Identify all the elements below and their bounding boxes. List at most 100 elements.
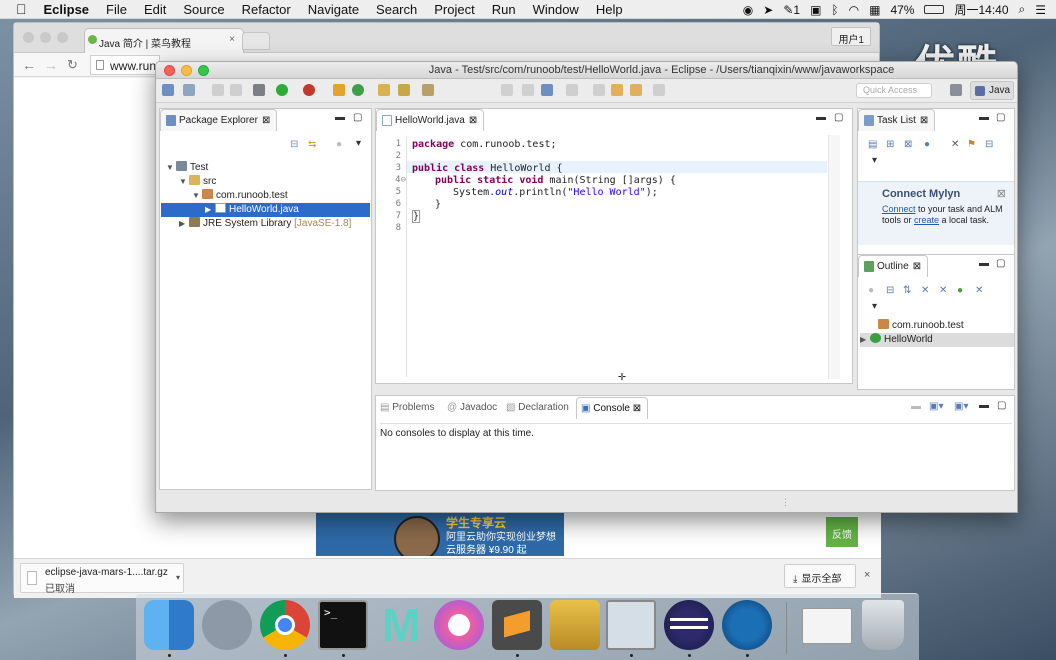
hide-nonpublic-icon[interactable]: ● [957, 285, 963, 296]
profile-button[interactable]: 用户1 [831, 27, 871, 46]
trash-icon[interactable] [862, 600, 904, 650]
tree-item-src[interactable]: ▼ src [179, 175, 216, 189]
categorize-icon[interactable]: ⊞ [886, 139, 894, 150]
debug-icon[interactable] [253, 84, 265, 96]
itunes-icon[interactable] [434, 600, 484, 650]
download-menu-chevron-icon[interactable]: ▾ [176, 573, 180, 582]
save-icon[interactable] [183, 84, 195, 96]
link-with-editor-icon[interactable]: ⇆ [308, 139, 316, 150]
java-perspective-button[interactable]: Java [970, 81, 1014, 100]
ad-banner[interactable]: 学生专享云 阿里云助你实现创业梦想 云服务器 ¥9.90 起 [316, 512, 564, 556]
open-perspective-icon[interactable] [950, 84, 962, 96]
tree-item-project[interactable]: ▼ Test [166, 161, 208, 175]
tab-helloworld-java[interactable]: HelloWorld.java ⊠ [376, 109, 485, 131]
sublime-text-icon[interactable] [492, 600, 542, 650]
download-item[interactable]: eclipse-java-mars-1....tar.gz 已取消 ▾ [20, 563, 184, 595]
connect-link[interactable]: Connect [882, 204, 916, 214]
clear-console-icon[interactable]: ▬ [911, 401, 921, 412]
tab-problems[interactable]: ▤ Problems [380, 402, 434, 413]
tab-package-explorer[interactable]: Package Explorer ⊠ [160, 109, 278, 131]
hide-local-types-icon[interactable]: ✕ [975, 285, 983, 296]
hide-static-icon[interactable]: ✕ [939, 285, 947, 296]
tree-item-package[interactable]: ▼ com.runoob.test [192, 189, 288, 203]
last-edit-icon[interactable] [611, 84, 623, 96]
menu-help[interactable]: Help [596, 2, 623, 17]
open-type-icon[interactable] [378, 84, 390, 96]
tab-console[interactable]: ▣ Console ⊠ [576, 397, 649, 419]
run-icon[interactable] [276, 84, 288, 96]
reload-icon[interactable]: ↻ [67, 57, 78, 73]
maximize-icon[interactable]: ▢ [834, 112, 843, 123]
new-java-package-icon[interactable] [333, 84, 345, 96]
battery-percent[interactable]: 47% [890, 3, 914, 17]
window-thumbnail[interactable] [802, 608, 852, 644]
schedule-icon[interactable]: ⊠ [904, 139, 912, 150]
view-menu-icon[interactable]: ▾ [356, 138, 361, 149]
editor-scrollbar[interactable] [828, 135, 840, 379]
apple-icon[interactable]:  [16, 1, 27, 17]
quick-access-input[interactable]: Quick Access [856, 83, 932, 98]
new-icon[interactable] [162, 84, 174, 96]
menu-navigate[interactable]: Navigate [308, 2, 359, 17]
wifi-icon[interactable]: ◠ [849, 3, 859, 17]
new-java-class-icon[interactable] [352, 84, 364, 96]
menu-file[interactable]: File [106, 2, 127, 17]
download-bar-close-icon[interactable]: × [864, 569, 870, 581]
save-all-icon[interactable] [230, 84, 242, 96]
preview-icon[interactable] [606, 600, 656, 650]
minimize-icon[interactable]: ▬ [816, 112, 826, 123]
maximize-icon[interactable]: ▢ [997, 400, 1006, 411]
view-menu-icon[interactable]: ▾ [872, 155, 877, 166]
new-tab-button[interactable] [242, 32, 270, 50]
screen-icon[interactable]: ▣ [810, 3, 821, 17]
maximize-icon[interactable]: ▢ [353, 112, 362, 123]
back-arrow-icon[interactable]: ← [22, 57, 36, 73]
eclipse-icon[interactable] [664, 600, 714, 650]
close-window-button[interactable] [164, 65, 175, 76]
tab-declaration[interactable]: ▧ Declaration [506, 402, 569, 413]
close-window-button[interactable] [23, 32, 34, 43]
focus-icon[interactable]: ● [868, 285, 874, 296]
tab-outline[interactable]: Outline ⊠ [858, 255, 929, 277]
close-tab-icon[interactable]: ⊠ [633, 403, 641, 414]
focus-icon[interactable]: ⚑ [967, 139, 976, 150]
hide-fields-icon[interactable]: ✕ [921, 285, 929, 296]
next-annotation-icon[interactable] [566, 84, 578, 96]
maximize-icon[interactable]: ▢ [996, 112, 1005, 123]
toggle-mark-icon[interactable] [501, 84, 513, 96]
show-whitespace-icon[interactable] [522, 84, 534, 96]
minimize-window-button[interactable] [40, 32, 51, 43]
menu-project[interactable]: Project [434, 2, 474, 17]
open-task-icon[interactable] [422, 84, 434, 96]
minimize-icon[interactable]: ▬ [979, 112, 989, 123]
tree-item-jre[interactable]: ▶ JRE System Library [JavaSE-1.8] [179, 217, 351, 231]
fold-icon[interactable]: ⊖ [401, 175, 406, 185]
menu-run[interactable]: Run [492, 2, 516, 17]
menu-window[interactable]: Window [533, 2, 579, 17]
create-link[interactable]: create [914, 215, 939, 225]
close-tab-icon[interactable]: ⊠ [469, 115, 477, 126]
print-icon[interactable] [212, 84, 224, 96]
code-editor[interactable]: 1 2 3 4⊖ 5 6 7 8 package com.runoob.test… [376, 133, 827, 384]
notification-center-icon[interactable]: ☰ [1035, 3, 1046, 17]
toggle-block-icon[interactable] [541, 84, 553, 96]
menu-refactor[interactable]: Refactor [242, 2, 291, 17]
send-icon[interactable]: ➤ [763, 3, 773, 17]
forward-icon[interactable] [653, 84, 665, 96]
tree-item-helloworld[interactable]: ▶ HelloWorld.java [161, 203, 370, 217]
zoom-window-button[interactable] [57, 32, 68, 43]
clock[interactable]: 周一14:40 [954, 1, 1008, 18]
filter-icon[interactable]: ✕ [951, 139, 959, 150]
tab-task-list[interactable]: Task List ⊠ [858, 109, 936, 131]
minimize-icon[interactable]: ▬ [979, 258, 989, 269]
external-tools-icon[interactable] [303, 84, 315, 96]
minimize-icon[interactable]: ▬ [335, 112, 345, 123]
menu-edit[interactable]: Edit [144, 2, 166, 17]
terminal-icon[interactable]: >_ [318, 600, 368, 650]
zoom-window-button[interactable] [198, 65, 209, 76]
open-console-icon[interactable]: ▣▾ [954, 401, 968, 412]
prev-annotation-icon[interactable] [593, 84, 605, 96]
flag-icon[interactable]: ▦ [869, 3, 880, 17]
maximize-icon[interactable]: ▢ [996, 258, 1005, 269]
bluetooth-icon[interactable]: ᛒ [831, 3, 838, 17]
